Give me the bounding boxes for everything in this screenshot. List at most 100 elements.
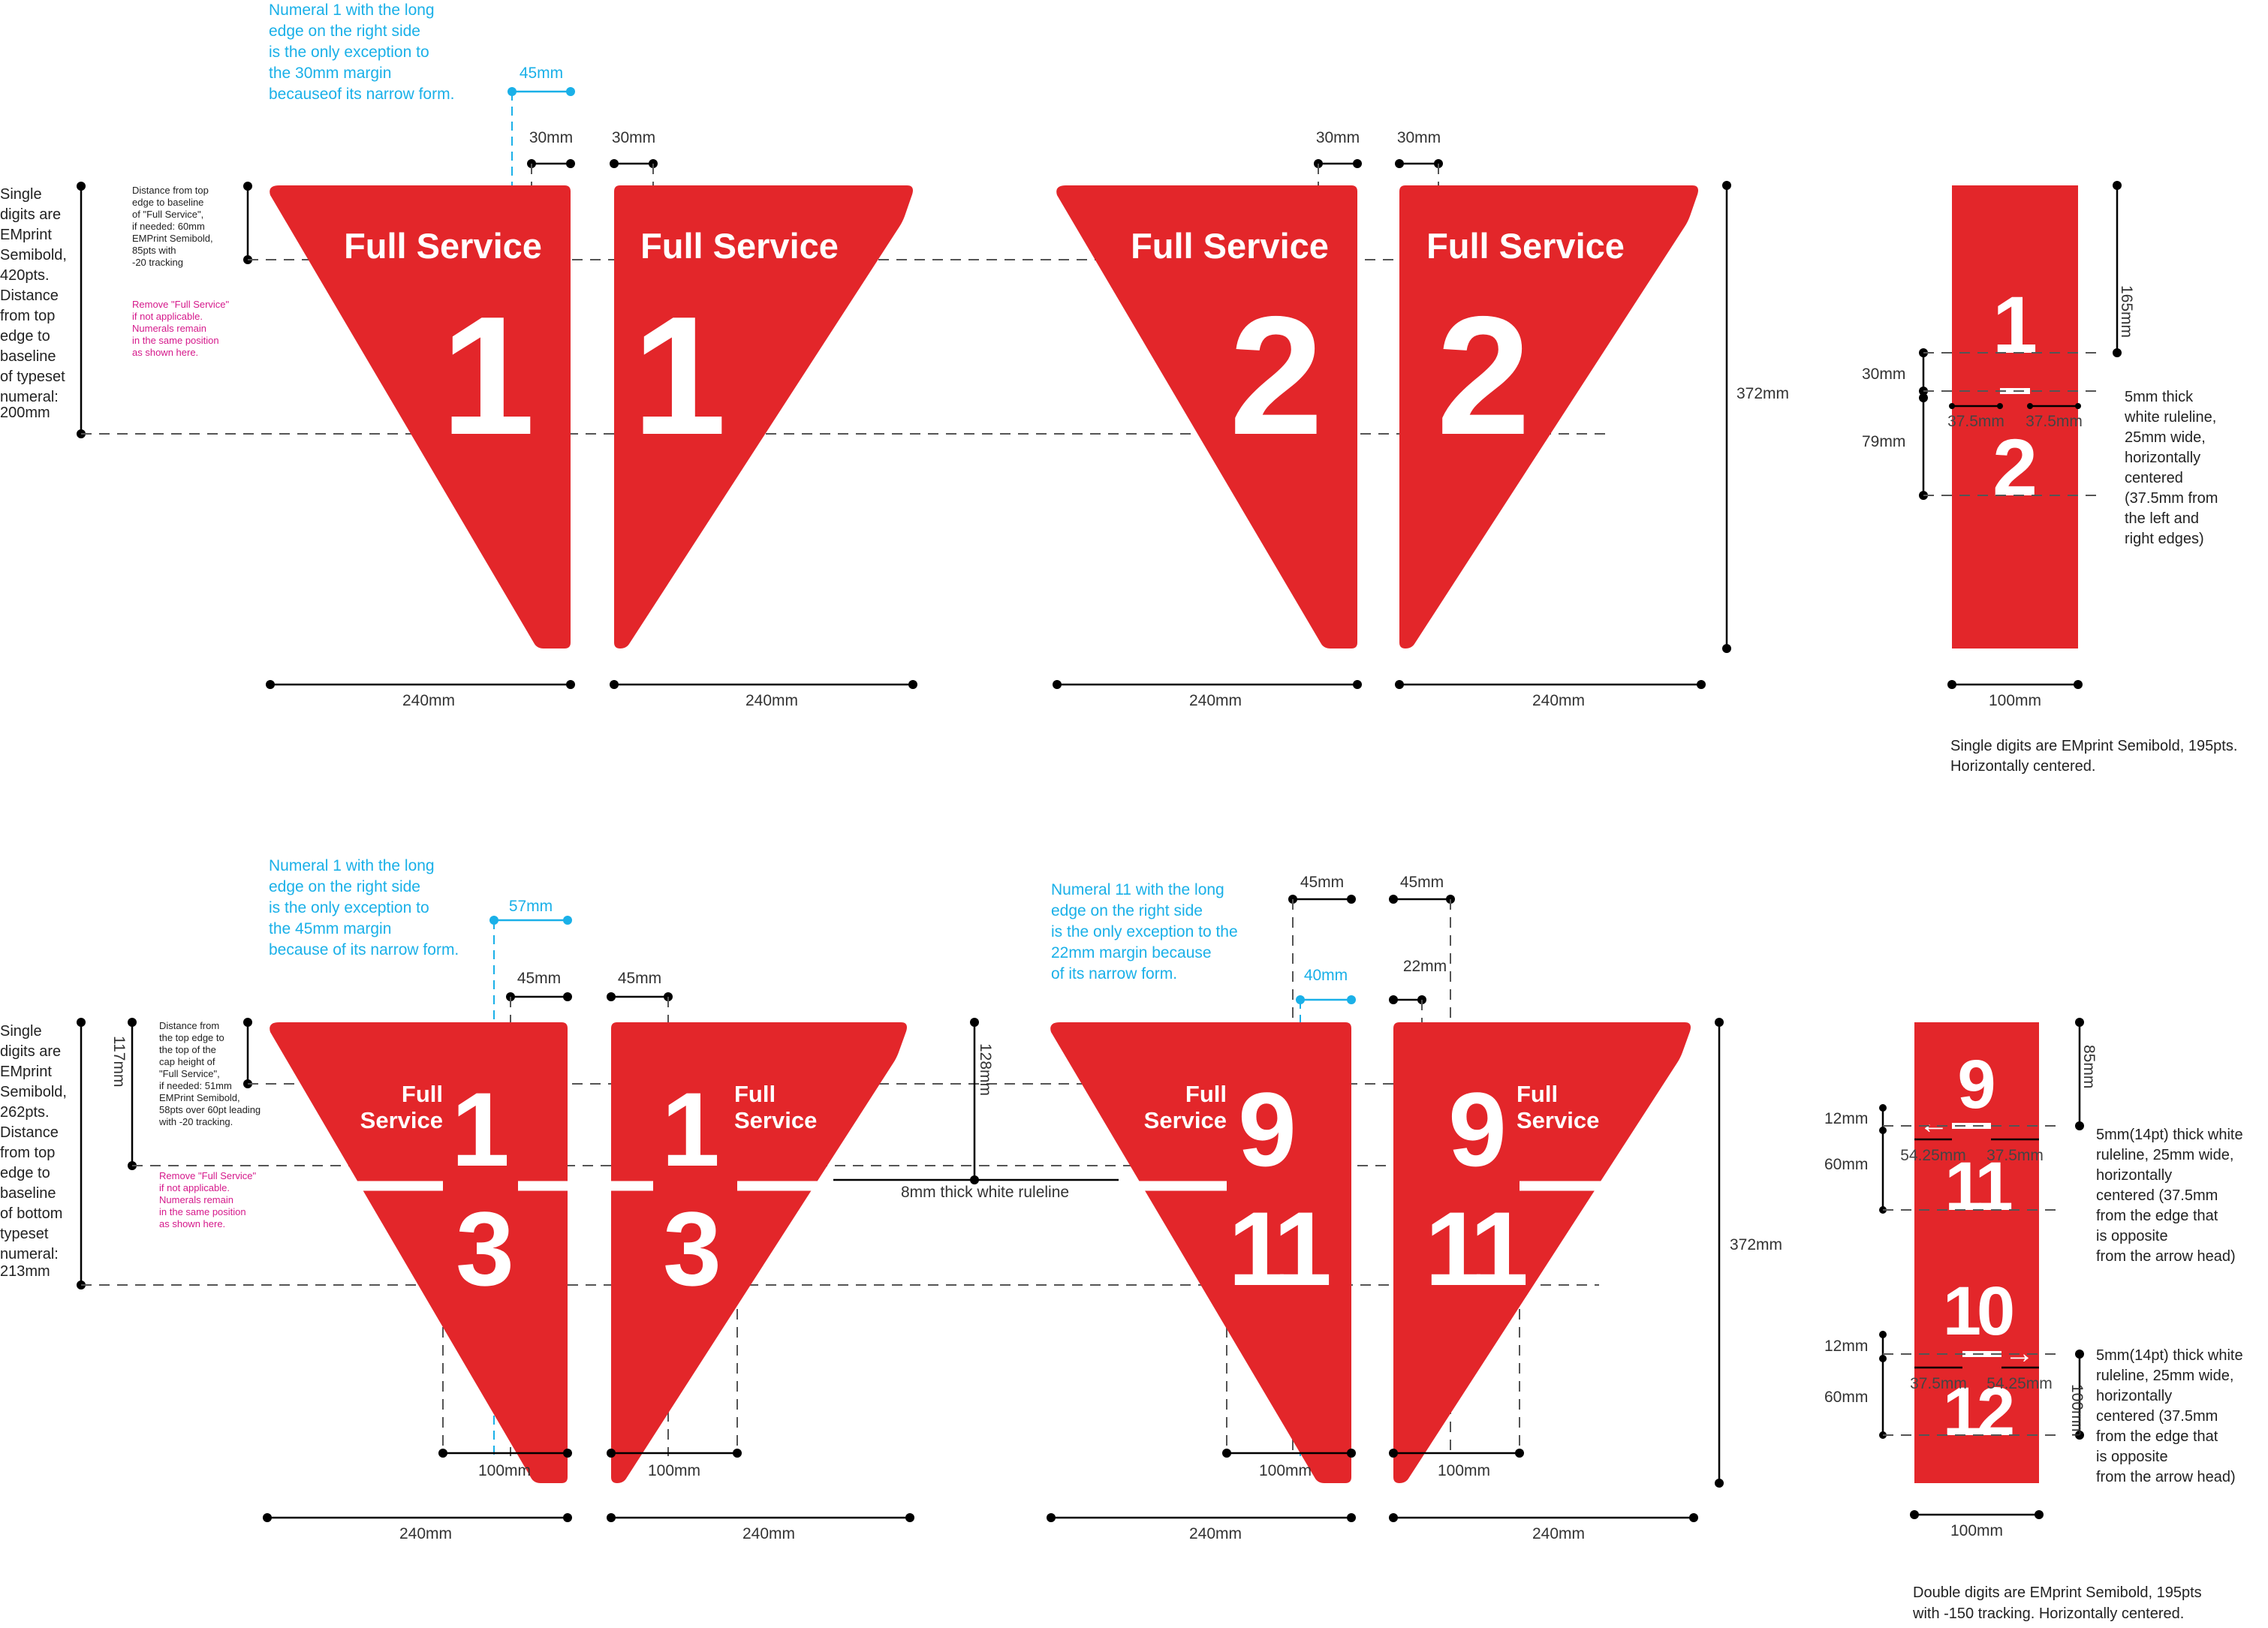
note-line: with -150 tracking. Horizontally centere… xyxy=(1912,1605,2184,1622)
callout-line: is the only exception to the xyxy=(1051,923,1238,940)
dimension-dot xyxy=(563,916,572,925)
dimension-dot xyxy=(1347,895,1356,904)
dimension-dot xyxy=(1947,680,1956,689)
sign-denominator: 11 xyxy=(1228,1190,1329,1308)
dimension-label: 240mm xyxy=(1189,1525,1242,1542)
dimension-dot xyxy=(1395,159,1404,168)
dimension-label: 117mm xyxy=(110,1036,128,1087)
note-line: Distance from top xyxy=(132,185,209,196)
callout-line: of its narrow form. xyxy=(1051,965,1177,983)
note-line: numeral: xyxy=(0,1246,59,1262)
note-line: if needed: 60mm xyxy=(132,221,205,232)
dimension-label: 100mm xyxy=(1950,1522,2003,1539)
note-line: if not applicable. xyxy=(159,1182,230,1193)
callout-line: is the only exception to xyxy=(269,899,429,916)
bottom-left-note: Single digits are EMprint Semibold, 262p… xyxy=(0,1023,67,1280)
callout-line: Numeral 1 with the long xyxy=(269,857,435,874)
note-line: in the same position xyxy=(132,335,219,346)
dimension-label: 372mm xyxy=(1736,385,1789,402)
dimension-label: 240mm xyxy=(1532,1525,1585,1542)
note-line: Distance from xyxy=(159,1020,219,1031)
note-line: of "Full Service", xyxy=(132,209,203,220)
dimension-dot xyxy=(1697,680,1706,689)
dimension-dot xyxy=(1347,1449,1356,1458)
note-line: edge to xyxy=(0,1165,50,1181)
sign-numerator: 1 xyxy=(661,1070,720,1188)
dimension-dot xyxy=(908,680,917,689)
dimension-label: 100mm xyxy=(2068,1384,2086,1437)
dimension-dot xyxy=(566,680,575,689)
strip-numerator: 1 xyxy=(1992,279,2038,370)
dimension-dot xyxy=(77,182,86,191)
dimension-dot xyxy=(1879,1331,1887,1338)
note-line: EMprint xyxy=(0,227,52,243)
sign-label: Full Service xyxy=(1426,226,1625,266)
sign-label-line1: Full xyxy=(1517,1081,1558,1107)
signage-spec-sheet: Single digits are EMprint Semibold, 420p… xyxy=(0,2,2243,1622)
note-line: 5mm(14pt) thick white xyxy=(2096,1127,2243,1143)
dimension-label: 79mm xyxy=(1862,433,1905,450)
sign-numerator: 1 xyxy=(451,1070,510,1188)
dimension-label: 54.25mm xyxy=(1986,1375,2053,1392)
dimension-label: 30mm xyxy=(612,129,655,146)
dimension-dot xyxy=(266,680,275,689)
note-line: EMPrint Semibold, xyxy=(132,233,213,244)
dimension-label: 30mm xyxy=(1316,129,1360,146)
note-line: -20 tracking xyxy=(132,257,183,268)
dimension-label: 54.25mm xyxy=(1900,1147,1966,1164)
note-line: 5mm(14pt) thick white xyxy=(2096,1347,2243,1364)
note-line: EMprint xyxy=(0,1064,52,1080)
sign-label: Full Service xyxy=(640,226,839,266)
dimension-dot xyxy=(1949,403,1955,409)
dimension-label: 240mm xyxy=(399,1525,452,1542)
dimension-dot xyxy=(243,182,252,191)
dimension-dot xyxy=(2027,403,2033,409)
dimension-label: 240mm xyxy=(745,692,798,709)
dimension-dot xyxy=(607,1513,616,1522)
note-line: with -20 tracking. xyxy=(158,1116,233,1127)
dimension-dot xyxy=(2113,181,2122,190)
dimension-label: 240mm xyxy=(402,692,455,709)
dimension-label: 45mm xyxy=(517,970,561,987)
dimension-dot xyxy=(1389,995,1398,1004)
note-line: baseline xyxy=(0,348,56,365)
note-line: the top of the xyxy=(159,1044,216,1055)
note-line: right edges) xyxy=(2125,531,2204,547)
dimension-label: 85mm xyxy=(2080,1045,2098,1088)
arrow-left-icon: ← xyxy=(1919,1107,1949,1140)
note-line: horizontally xyxy=(2125,450,2200,466)
dimension-label: 45mm xyxy=(1400,874,1444,891)
note-line: of bottom xyxy=(0,1205,62,1222)
dimension-dot xyxy=(2035,1510,2044,1519)
note-line: 85pts with xyxy=(132,245,176,256)
sign-bottom-9a: Full Service 9 11 xyxy=(1050,1022,1351,1483)
bottom-rule-note-b: 5mm(14pt) thick white ruleline, 25mm wid… xyxy=(2096,1347,2243,1485)
note-line: Remove "Full Service" xyxy=(132,299,230,310)
dimension-dot xyxy=(607,1449,616,1458)
sign-top-1b: Full Service 1 xyxy=(614,185,913,648)
note-line: Distance xyxy=(0,287,59,304)
note-line: from the arrow head) xyxy=(2096,1469,2236,1485)
bottom-small-note: Distance from the top edge to the top of… xyxy=(158,1020,261,1127)
note-line: Numerals remain xyxy=(159,1194,233,1205)
dimension-dot xyxy=(566,87,575,96)
sign-bottom-9b: Full Service 9 11 xyxy=(1393,1022,1691,1483)
note-line: of typeset xyxy=(0,369,65,385)
dimension-dot xyxy=(2075,403,2081,409)
sign-top-2a: Full Service 2 xyxy=(1056,185,1357,648)
dimension-dot xyxy=(1715,1018,1724,1027)
strip-bottom: 9 ← 11 10 → 12 xyxy=(1914,1022,2039,1483)
dimension-label: 100mm xyxy=(648,1462,700,1479)
dimension-dot xyxy=(128,1018,137,1027)
top-callout-exception: Numeral 1 with the long edge on the righ… xyxy=(269,2,454,103)
sign-bottom-1a: Full Service 1 3 xyxy=(270,1022,568,1483)
dimension-label: 165mm xyxy=(2118,285,2135,338)
note-line: from top xyxy=(0,1145,55,1161)
note-line: ruleline, 25mm wide, xyxy=(2096,1368,2233,1384)
note-line: horizontally xyxy=(2096,1388,2172,1404)
top-small-note: Distance from top edge to baseline of "F… xyxy=(132,185,213,268)
dimension-dot xyxy=(1053,680,1062,689)
note-line: edge to baseline xyxy=(132,197,203,208)
dimension-dot xyxy=(1722,644,1731,653)
dimension-label: 37.5mm xyxy=(1910,1375,1967,1392)
